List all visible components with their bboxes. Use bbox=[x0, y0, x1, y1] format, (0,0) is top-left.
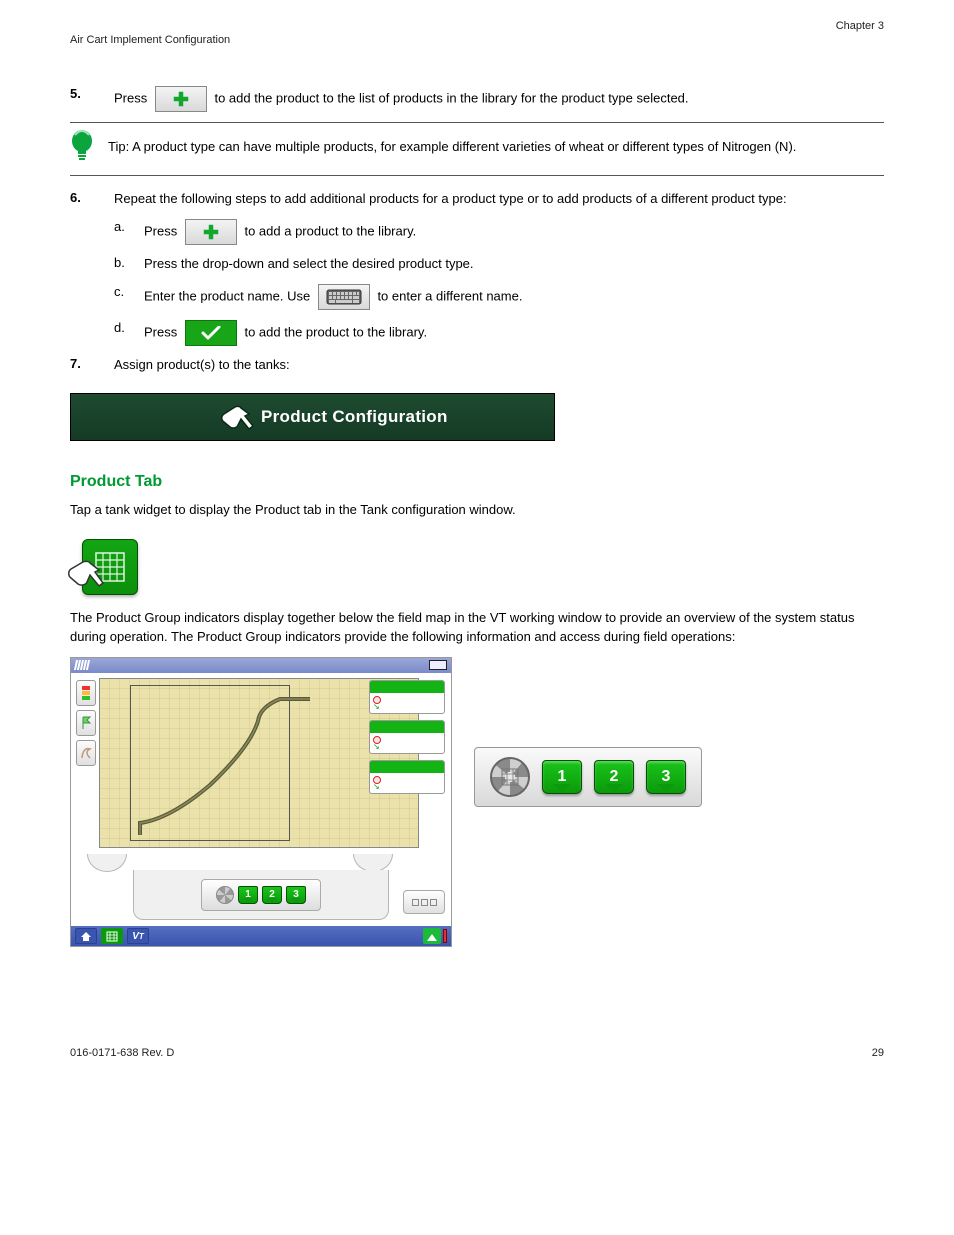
product-group-tray: 1 2 3 bbox=[133, 870, 389, 920]
step-6d: d. Press to add the product to the libra… bbox=[114, 320, 884, 346]
step-6b: b. Press the drop-down and select the de… bbox=[114, 255, 884, 274]
tank-tag-1-big[interactable]: 1 bbox=[542, 760, 582, 794]
pointing-hand-icon bbox=[211, 398, 255, 442]
tank-tag-1[interactable]: 1 bbox=[238, 886, 258, 904]
vt-titlebar bbox=[71, 658, 451, 673]
divider bbox=[70, 122, 884, 123]
section-header: Air Cart Implement Configuration bbox=[70, 34, 884, 46]
step-6d-letter: d. bbox=[114, 320, 144, 335]
product-group-intro: The Product Group indicators display tog… bbox=[70, 609, 884, 647]
map-border-notch bbox=[87, 854, 127, 872]
fan-icon bbox=[490, 757, 530, 797]
step-6-text: Repeat the following steps to add additi… bbox=[114, 191, 787, 206]
layers-tool[interactable] bbox=[76, 680, 96, 706]
product-group-panel[interactable]: 1 2 3 bbox=[201, 879, 321, 911]
step-6c: c. Enter the product name. Use to enter … bbox=[114, 284, 884, 310]
tank-tag-3-big[interactable]: 3 bbox=[646, 760, 686, 794]
product-tab-heading: Product Tab bbox=[70, 473, 884, 491]
vt-footer: VT bbox=[71, 926, 451, 946]
view-grid-button[interactable] bbox=[403, 890, 445, 914]
product-tab-text: Tap a tank widget to display the Product… bbox=[70, 501, 884, 520]
ok-button-icon[interactable] bbox=[185, 320, 237, 346]
status-bar-icon bbox=[443, 929, 447, 943]
right-panels: ↘ ↘ ↘ bbox=[369, 680, 445, 794]
step-6c-post: to enter a different name. bbox=[377, 288, 522, 303]
step-6c-letter: c. bbox=[114, 284, 144, 299]
step-6a: a. Press to add a product to the library… bbox=[114, 219, 884, 245]
path-curve bbox=[130, 685, 330, 843]
vt-button[interactable]: VT bbox=[127, 928, 149, 944]
fan-icon bbox=[216, 886, 234, 904]
panel-3[interactable]: ↘ bbox=[369, 760, 445, 794]
step-6a-pre: Press bbox=[144, 223, 181, 238]
lightbulb-icon bbox=[70, 129, 94, 165]
add-button-icon[interactable] bbox=[185, 219, 237, 245]
footer-part-number: 016-0171-638 Rev. D bbox=[70, 1047, 174, 1059]
divider bbox=[70, 175, 884, 176]
step-5-number: 5. bbox=[70, 86, 114, 101]
product-group-enlarged-wrapper: 1 2 3 bbox=[474, 657, 702, 807]
vt-screenshot: ↘ ↘ ↘ 1 2 3 bbox=[70, 657, 452, 947]
step-6b-text: Press the drop-down and select the desir… bbox=[144, 256, 474, 271]
pointing-hand-icon bbox=[58, 553, 104, 599]
product-group-enlarged[interactable]: 1 2 3 bbox=[474, 747, 702, 807]
grid-button[interactable] bbox=[101, 928, 123, 944]
tank-tag-2-big[interactable]: 2 bbox=[594, 760, 634, 794]
path-tool[interactable] bbox=[76, 740, 96, 766]
step-6d-pre: Press bbox=[144, 324, 181, 339]
step-7: 7. Assign product(s) to the tanks: bbox=[70, 356, 884, 375]
titlebar-box-icon bbox=[429, 660, 447, 670]
step-5: 5. Press to add the product to the list … bbox=[70, 86, 884, 112]
step-6b-letter: b. bbox=[114, 255, 144, 270]
tip-text: Tip: A product type can have multiple pr… bbox=[108, 138, 796, 157]
tank-tag-3[interactable]: 3 bbox=[286, 886, 306, 904]
panel-1[interactable]: ↘ bbox=[369, 680, 445, 714]
step-5-post: to add the product to the list of produc… bbox=[214, 90, 688, 105]
home-button[interactable] bbox=[75, 928, 97, 944]
tip-row: Tip: A product type can have multiple pr… bbox=[70, 129, 884, 165]
chapter-header: Chapter 3 bbox=[70, 20, 884, 32]
step-7-number: 7. bbox=[70, 356, 114, 371]
keyboard-button-icon[interactable] bbox=[318, 284, 370, 310]
product-config-banner[interactable]: Product Configuration bbox=[70, 393, 555, 441]
footer-page-number: 29 bbox=[872, 1047, 884, 1059]
flag-tool[interactable] bbox=[76, 710, 96, 736]
step-6a-post: to add a product to the library. bbox=[244, 223, 416, 238]
step-6-number: 6. bbox=[70, 190, 114, 205]
add-button-icon[interactable] bbox=[155, 86, 207, 112]
signal-icon bbox=[423, 928, 441, 944]
step-5-pre: Press bbox=[114, 90, 151, 105]
banner-label: Product Configuration bbox=[261, 407, 448, 427]
step-7-text: Assign product(s) to the tanks: bbox=[114, 357, 290, 372]
step-6: 6. Repeat the following steps to add add… bbox=[70, 190, 884, 209]
step-6c-pre: Enter the product name. Use bbox=[144, 288, 314, 303]
tank-tag-2[interactable]: 2 bbox=[262, 886, 282, 904]
step-6d-post: to add the product to the library. bbox=[244, 324, 427, 339]
side-toolbar bbox=[76, 680, 96, 766]
step-6a-letter: a. bbox=[114, 219, 144, 234]
panel-2[interactable]: ↘ bbox=[369, 720, 445, 754]
